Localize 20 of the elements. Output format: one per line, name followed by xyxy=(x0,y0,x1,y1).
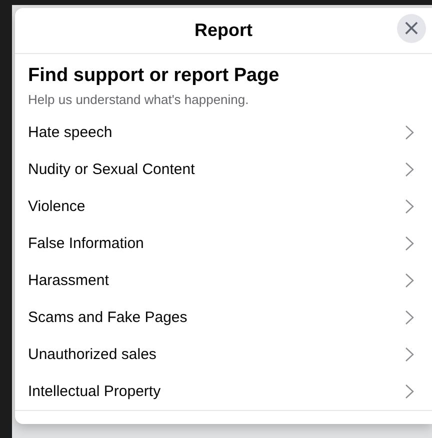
dialog-title: Report xyxy=(194,20,252,41)
section-subtitle: Help us understand what's happening. xyxy=(28,92,250,108)
chevron-right-icon xyxy=(405,236,414,251)
report-option[interactable]: Nudity or Sexual Content xyxy=(28,151,420,188)
chevron-right-icon xyxy=(405,384,414,399)
report-option[interactable]: Intellectual Property xyxy=(28,373,420,410)
report-option[interactable]: Violence xyxy=(28,188,420,225)
report-option[interactable]: Harassment xyxy=(28,262,420,299)
chevron-right-icon xyxy=(405,310,414,325)
section-heading: Find support or report Page xyxy=(28,64,280,88)
report-option[interactable]: Hate speech xyxy=(28,114,420,151)
report-option[interactable]: Unauthorized sales xyxy=(28,336,420,373)
chevron-right-icon xyxy=(405,199,414,214)
chevron-right-icon xyxy=(405,273,414,288)
close-button[interactable]: × xyxy=(397,14,426,43)
report-option[interactable]: False Information xyxy=(28,225,420,262)
chevron-right-icon xyxy=(405,347,414,362)
chevron-right-icon xyxy=(405,125,414,140)
report-option[interactable]: Scams and Fake Pages xyxy=(28,299,420,336)
chevron-right-icon xyxy=(405,162,414,177)
